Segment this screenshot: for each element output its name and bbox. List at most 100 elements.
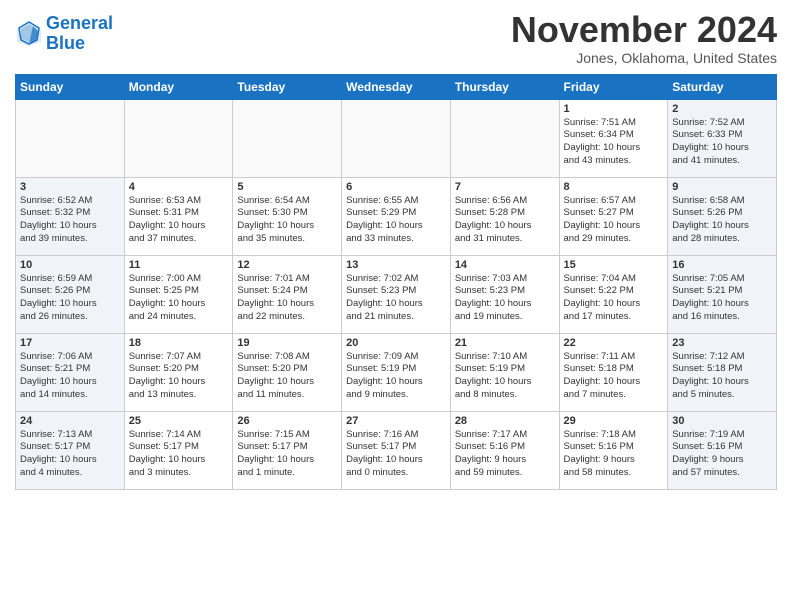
weekday-header-monday: Monday: [124, 74, 233, 99]
calendar-cell: 1 Sunrise: 7:51 AM Sunset: 6:34 PM Daylig…: [559, 99, 668, 177]
calendar-cell: 4 Sunrise: 6:53 AM Sunset: 5:31 PM Daylig…: [124, 177, 233, 255]
weekday-header-wednesday: Wednesday: [342, 74, 451, 99]
day-info: Sunrise: 7:03 AM Sunset: 5:23 PM Dayligh…: [455, 273, 555, 324]
calendar-cell: 24 Sunrise: 7:13 AM Sunset: 5:17 PM Dayli…: [16, 411, 125, 489]
day-number: 4: [129, 181, 229, 193]
day-number: 20: [346, 337, 446, 349]
calendar-cell: [342, 99, 451, 177]
calendar-week-row: 17 Sunrise: 7:06 AM Sunset: 5:21 PM Dayli…: [16, 333, 777, 411]
day-number: 29: [564, 415, 664, 427]
calendar-cell: 3 Sunrise: 6:52 AM Sunset: 5:32 PM Daylig…: [16, 177, 125, 255]
calendar-cell: 22Sunrise: 7:11 AM Sunset: 5:18 PM Dayli…: [559, 333, 668, 411]
day-info: Sunrise: 7:52 AM Sunset: 6:33 PM Dayligh…: [672, 117, 772, 168]
calendar-cell: 7Sunrise: 6:56 AM Sunset: 5:28 PM Daylig…: [450, 177, 559, 255]
day-number: 3: [20, 181, 120, 193]
calendar-cell: 11 Sunrise: 7:00 AM Sunset: 5:25 PM Dayli…: [124, 255, 233, 333]
calendar-cell: [16, 99, 125, 177]
calendar-cell: 28 Sunrise: 7:17 AM Sunset: 5:16 PM Dayli…: [450, 411, 559, 489]
day-info: Sunrise: 7:16 AM Sunset: 5:17 PM Dayligh…: [346, 429, 446, 480]
day-number: 2: [672, 103, 772, 115]
calendar-cell: [450, 99, 559, 177]
day-number: 11: [129, 259, 229, 271]
day-number: 24: [20, 415, 120, 427]
calendar-cell: [233, 99, 342, 177]
calendar-cell: 15 Sunrise: 7:04 AM Sunset: 5:22 PM Dayli…: [559, 255, 668, 333]
calendar-cell: 18 Sunrise: 7:07 AM Sunset: 5:20 PM Dayli…: [124, 333, 233, 411]
day-info: Sunrise: 7:09 AM Sunset: 5:19 PM Dayligh…: [346, 351, 446, 402]
day-info: Sunrise: 7:07 AM Sunset: 5:20 PM Dayligh…: [129, 351, 229, 402]
day-info: Sunrise: 7:51 AM Sunset: 6:34 PM Dayligh…: [564, 117, 664, 168]
calendar-cell: 2 Sunrise: 7:52 AM Sunset: 6:33 PM Daylig…: [668, 99, 777, 177]
month-title: November 2024: [511, 10, 777, 50]
calendar-cell: 14 Sunrise: 7:03 AM Sunset: 5:23 PM Dayli…: [450, 255, 559, 333]
day-info: Sunrise: 7:08 AM Sunset: 5:20 PM Dayligh…: [237, 351, 337, 402]
calendar-body: 1 Sunrise: 7:51 AM Sunset: 6:34 PM Daylig…: [16, 99, 777, 489]
calendar-cell: 13 Sunrise: 7:02 AM Sunset: 5:23 PM Dayli…: [342, 255, 451, 333]
location: Jones, Oklahoma, United States: [511, 50, 777, 66]
calendar-cell: 10 Sunrise: 6:59 AM Sunset: 5:26 PM Dayli…: [16, 255, 125, 333]
day-info: Sunrise: 7:02 AM Sunset: 5:23 PM Dayligh…: [346, 273, 446, 324]
day-number: 25: [129, 415, 229, 427]
day-number: 7: [455, 181, 555, 193]
day-number: 30: [672, 415, 772, 427]
day-number: 19: [237, 337, 337, 349]
day-info: Sunrise: 6:53 AM Sunset: 5:31 PM Dayligh…: [129, 195, 229, 246]
day-number: 21: [455, 337, 555, 349]
calendar-cell: 16Sunrise: 7:05 AM Sunset: 5:21 PM Dayli…: [668, 255, 777, 333]
day-number: 9: [672, 181, 772, 193]
calendar-cell: 27 Sunrise: 7:16 AM Sunset: 5:17 PM Dayli…: [342, 411, 451, 489]
logo-line1: General: [46, 13, 113, 33]
logo-icon: [15, 20, 43, 48]
day-number: 18: [129, 337, 229, 349]
calendar-cell: 9Sunrise: 6:58 AM Sunset: 5:26 PM Daylig…: [668, 177, 777, 255]
day-number: 14: [455, 259, 555, 271]
day-info: Sunrise: 7:04 AM Sunset: 5:22 PM Dayligh…: [564, 273, 664, 324]
day-number: 16: [672, 259, 772, 271]
day-number: 27: [346, 415, 446, 427]
calendar-cell: 19 Sunrise: 7:08 AM Sunset: 5:20 PM Dayli…: [233, 333, 342, 411]
day-info: Sunrise: 6:54 AM Sunset: 5:30 PM Dayligh…: [237, 195, 337, 246]
day-info: Sunrise: 7:06 AM Sunset: 5:21 PM Dayligh…: [20, 351, 120, 402]
day-info: Sunrise: 7:10 AM Sunset: 5:19 PM Dayligh…: [455, 351, 555, 402]
day-info: Sunrise: 7:17 AM Sunset: 5:16 PM Dayligh…: [455, 429, 555, 480]
day-info: Sunrise: 7:19 AM Sunset: 5:16 PM Dayligh…: [672, 429, 772, 480]
day-info: Sunrise: 7:18 AM Sunset: 5:16 PM Dayligh…: [564, 429, 664, 480]
calendar-week-row: 3 Sunrise: 6:52 AM Sunset: 5:32 PM Daylig…: [16, 177, 777, 255]
page-header: General Blue November 2024 Jones, Oklaho…: [15, 10, 777, 66]
calendar-cell: 21 Sunrise: 7:10 AM Sunset: 5:19 PM Dayli…: [450, 333, 559, 411]
calendar-cell: 25Sunrise: 7:14 AM Sunset: 5:17 PM Dayli…: [124, 411, 233, 489]
calendar-cell: 17 Sunrise: 7:06 AM Sunset: 5:21 PM Dayli…: [16, 333, 125, 411]
day-number: 17: [20, 337, 120, 349]
day-info: Sunrise: 7:11 AM Sunset: 5:18 PM Dayligh…: [564, 351, 664, 402]
calendar-cell: 5 Sunrise: 6:54 AM Sunset: 5:30 PM Daylig…: [233, 177, 342, 255]
day-number: 5: [237, 181, 337, 193]
calendar-cell: 23Sunrise: 7:12 AM Sunset: 5:18 PM Dayli…: [668, 333, 777, 411]
day-info: Sunrise: 7:01 AM Sunset: 5:24 PM Dayligh…: [237, 273, 337, 324]
page-container: General Blue November 2024 Jones, Oklaho…: [0, 0, 792, 495]
day-info: Sunrise: 7:12 AM Sunset: 5:18 PM Dayligh…: [672, 351, 772, 402]
day-info: Sunrise: 7:00 AM Sunset: 5:25 PM Dayligh…: [129, 273, 229, 324]
day-number: 8: [564, 181, 664, 193]
calendar-cell: 8Sunrise: 6:57 AM Sunset: 5:27 PM Daylig…: [559, 177, 668, 255]
weekday-header-friday: Friday: [559, 74, 668, 99]
day-number: 10: [20, 259, 120, 271]
calendar-header: SundayMondayTuesdayWednesdayThursdayFrid…: [16, 74, 777, 99]
calendar-week-row: 10 Sunrise: 6:59 AM Sunset: 5:26 PM Dayli…: [16, 255, 777, 333]
calendar-cell: 26Sunrise: 7:15 AM Sunset: 5:17 PM Dayli…: [233, 411, 342, 489]
day-number: 28: [455, 415, 555, 427]
day-number: 26: [237, 415, 337, 427]
weekday-header-row: SundayMondayTuesdayWednesdayThursdayFrid…: [16, 74, 777, 99]
weekday-header-saturday: Saturday: [668, 74, 777, 99]
day-info: Sunrise: 6:52 AM Sunset: 5:32 PM Dayligh…: [20, 195, 120, 246]
calendar-cell: 20 Sunrise: 7:09 AM Sunset: 5:19 PM Dayli…: [342, 333, 451, 411]
day-number: 15: [564, 259, 664, 271]
day-info: Sunrise: 6:55 AM Sunset: 5:29 PM Dayligh…: [346, 195, 446, 246]
day-number: 13: [346, 259, 446, 271]
calendar-cell: 12 Sunrise: 7:01 AM Sunset: 5:24 PM Dayli…: [233, 255, 342, 333]
day-number: 12: [237, 259, 337, 271]
logo-line2: Blue: [46, 33, 85, 53]
day-number: 1: [564, 103, 664, 115]
day-info: Sunrise: 7:13 AM Sunset: 5:17 PM Dayligh…: [20, 429, 120, 480]
day-info: Sunrise: 6:59 AM Sunset: 5:26 PM Dayligh…: [20, 273, 120, 324]
logo: General Blue: [15, 14, 113, 54]
